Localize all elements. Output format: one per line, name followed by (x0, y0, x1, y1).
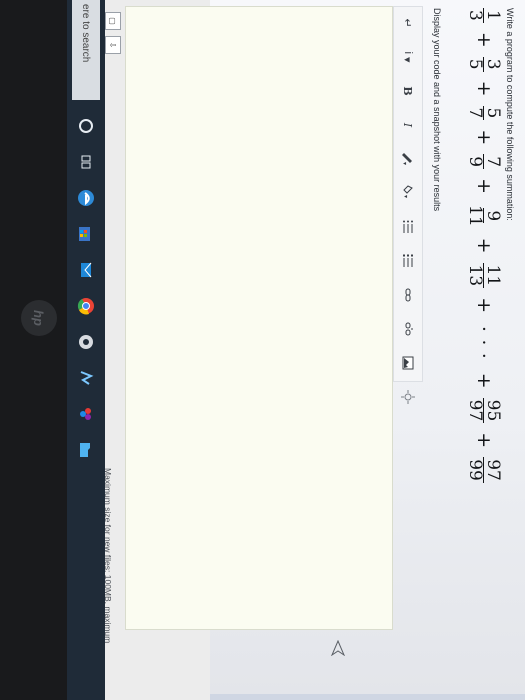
question-instruction: Display your code and a snapshot with yo… (432, 8, 442, 212)
mail-icon[interactable] (76, 260, 96, 280)
plus-sign: + (473, 80, 495, 97)
paragraph-icon[interactable]: ↵ (398, 13, 418, 33)
plus-sign: + (473, 31, 495, 48)
plus-sign: + (473, 129, 495, 146)
summation-formula: 13 + 35 + 57 + 79 + 9 11 + 11 13 + · · · +… (465, 6, 504, 485)
store-icon[interactable] (76, 224, 96, 244)
plus-sign: + (473, 372, 495, 389)
hp-logo: hp (21, 300, 57, 336)
italic-icon[interactable]: I (398, 115, 418, 135)
chrome-icon[interactable] (76, 296, 96, 316)
svg-text:▾: ▾ (402, 195, 408, 198)
laptop-bezel: hp (0, 0, 67, 700)
cursor-icon (331, 640, 345, 656)
fraction-term: 57 (465, 105, 504, 121)
taskbar-search[interactable]: ere to search (72, 0, 100, 100)
plus-sign: + (473, 432, 495, 449)
answer-editor[interactable] (125, 6, 393, 630)
unlink-icon[interactable] (398, 319, 418, 339)
image-icon[interactable] (398, 353, 418, 373)
edge-icon[interactable] (76, 188, 96, 208)
pen-icon[interactable]: ▾ (398, 149, 418, 169)
ellipsis: · · · (473, 326, 495, 360)
fraction-term: 13 (465, 8, 504, 23)
bold-icon[interactable]: B (398, 81, 418, 101)
question-prompt: Write a program to compute the following… (505, 8, 515, 221)
media-icon[interactable] (398, 387, 418, 407)
paint-icon[interactable] (76, 404, 96, 424)
fraction-term: 35 (465, 56, 504, 72)
cortana-icon[interactable] (76, 116, 96, 136)
info-icon[interactable]: i ▾ (398, 47, 418, 67)
editor-toolbar: ↵ i ▾ B I ▾ ▾ (393, 6, 423, 404)
plus-sign: + (473, 237, 495, 254)
fraction-term: 95 97 (465, 397, 504, 424)
link-icon[interactable] (398, 285, 418, 305)
fraction-term: 79 (465, 154, 504, 170)
ordered-list-icon[interactable] (398, 251, 418, 271)
unordered-list-icon[interactable] (398, 217, 418, 237)
fraction-term: 97 99 (465, 457, 504, 483)
file-icon[interactable]: ▢ (105, 12, 121, 30)
fraction-term: 11 13 (465, 262, 504, 289)
folder-icon[interactable] (76, 440, 96, 460)
task-view-icon[interactable] (76, 152, 96, 172)
plus-sign: + (473, 178, 495, 194)
screen: Write a program to compute the following… (0, 0, 525, 700)
maps-icon[interactable] (76, 368, 96, 388)
fraction-term: 9 11 (465, 205, 504, 227)
media-app-icon[interactable] (76, 332, 96, 352)
color-icon[interactable]: ▾ (398, 183, 418, 203)
windows-taskbar: ere to search (67, 0, 105, 700)
upload-icon[interactable]: ⇩ (105, 36, 121, 54)
svg-text:▾: ▾ (402, 162, 407, 165)
plus-sign: + (473, 297, 495, 314)
